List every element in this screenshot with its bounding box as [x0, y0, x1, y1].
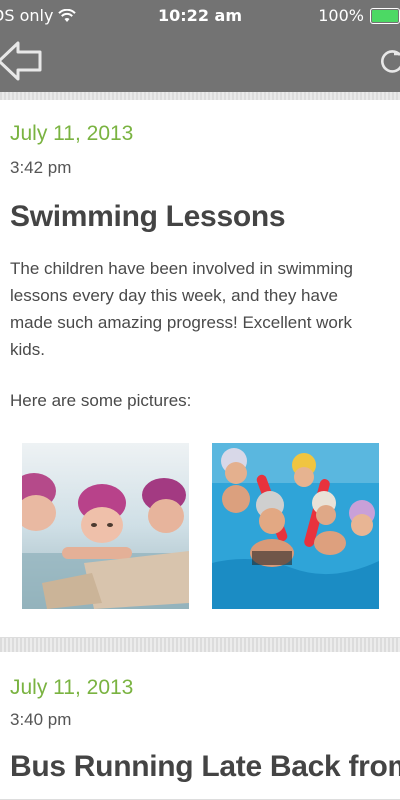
swim-photo-1[interactable]	[22, 443, 189, 609]
battery-percent: 100%	[318, 6, 364, 25]
swim-photo-1-image	[22, 443, 189, 609]
post-title[interactable]: Swimming Lessons	[10, 200, 286, 234]
post-date: July 11, 2013	[10, 122, 134, 145]
status-bar: DS only 10:22 am 100%	[0, 0, 400, 32]
post-body: The children have been involved in swimm…	[10, 259, 354, 359]
nav-bar	[0, 32, 400, 92]
post-separator	[0, 638, 400, 652]
post-card[interactable]: July 11, 2013 3:42 pm Swimming Lessons T…	[0, 100, 400, 638]
battery-indicator: 100%	[318, 6, 400, 25]
post-time: 3:42 pm	[10, 158, 72, 177]
post-title[interactable]: Bus Running Late Back from	[10, 750, 400, 784]
refresh-button[interactable]	[378, 46, 400, 76]
top-bar: DS only 10:22 am 100%	[0, 0, 400, 92]
swim-photo-2[interactable]	[212, 443, 379, 609]
battery-fill	[372, 9, 398, 22]
post-card[interactable]: July 11, 2013 3:40 pm Bus Running Late B…	[0, 652, 400, 800]
battery-icon	[370, 7, 400, 24]
swim-photo-2-image	[212, 443, 379, 609]
post-time: 3:40 pm	[10, 710, 72, 729]
back-arrow-icon	[0, 41, 42, 81]
pictures-label: Here are some pictures:	[10, 391, 192, 410]
top-separator	[0, 92, 400, 100]
back-button[interactable]	[0, 38, 46, 84]
refresh-icon	[381, 50, 400, 73]
post-date: July 11, 2013	[10, 676, 134, 699]
